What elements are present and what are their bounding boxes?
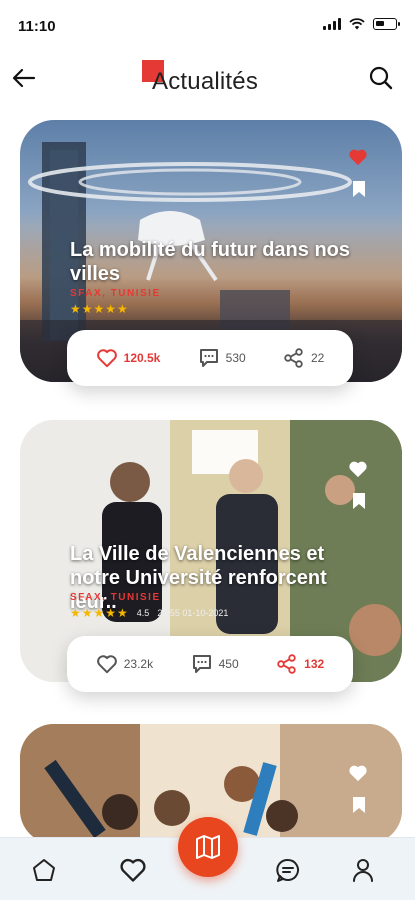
- map-icon: [196, 835, 220, 859]
- article-location: SFAX, TUNISIE: [70, 592, 161, 603]
- rating-stars: ★★★★★: [70, 606, 129, 620]
- share-icon: [284, 348, 303, 368]
- article-actions: 120.5k 530 22: [67, 330, 353, 386]
- rating-stars: ★★★★★: [70, 302, 129, 316]
- article-title: La Ville de Valenciennes et notre Univer…: [70, 543, 327, 613]
- like-button[interactable]: 23.2k: [96, 654, 153, 674]
- signal-icon: [323, 18, 341, 30]
- bookmark-icon[interactable]: [352, 180, 366, 198]
- map-button[interactable]: [178, 817, 238, 877]
- like-count: 120.5k: [123, 351, 161, 365]
- article-meta: ★★★★★: [70, 302, 129, 316]
- header: Actualités: [0, 52, 415, 104]
- status-icons: [323, 18, 400, 30]
- comment-count: 530: [225, 351, 246, 365]
- status-bar: 11:10: [0, 0, 415, 52]
- article-title: La mobilité du futur dans nos villes: [70, 239, 350, 285]
- comment-button[interactable]: 530: [198, 347, 246, 369]
- wifi-icon: [349, 18, 365, 30]
- back-button[interactable]: [10, 64, 38, 92]
- share-count: 22: [310, 351, 325, 365]
- profile-icon[interactable]: [349, 856, 377, 884]
- like-count: 23.2k: [123, 657, 154, 671]
- comment-count: 450: [218, 657, 239, 671]
- search-icon: [369, 66, 393, 90]
- share-icon: [277, 654, 296, 674]
- heart-icon: [96, 349, 117, 368]
- home-icon[interactable]: [30, 856, 58, 884]
- share-count: 132: [304, 657, 325, 671]
- article-meta: ★★★★★ 4.5 23:55 01-10-2021: [70, 606, 228, 620]
- rating-value: 4.5: [136, 608, 150, 618]
- search-button[interactable]: [367, 64, 395, 92]
- article-date: 23:55 01-10-2021: [157, 608, 229, 618]
- heart-icon: [96, 655, 117, 674]
- battery-icon: [373, 18, 400, 30]
- page-title: Actualités: [152, 68, 259, 95]
- bookmark-icon[interactable]: [352, 492, 366, 510]
- bookmark-icon[interactable]: [352, 796, 366, 814]
- heart-filled-icon[interactable]: [348, 460, 368, 478]
- comment-icon: [199, 349, 218, 367]
- share-button[interactable]: 22: [283, 347, 324, 369]
- like-button[interactable]: 120.5k: [96, 348, 161, 368]
- heart-filled-icon[interactable]: [348, 148, 368, 166]
- heart-filled-icon[interactable]: [348, 764, 368, 782]
- comment-icon: [192, 655, 211, 673]
- article-actions: 23.2k 450 132: [67, 636, 353, 692]
- article-location: SFAX, TUNISIE: [70, 288, 161, 299]
- chat-icon[interactable]: [274, 856, 302, 884]
- share-button[interactable]: 132: [276, 653, 324, 675]
- comment-button[interactable]: 450: [191, 653, 239, 675]
- arrow-left-icon: [12, 68, 36, 88]
- heart-icon[interactable]: [119, 856, 147, 884]
- status-time: 11:10: [18, 18, 56, 35]
